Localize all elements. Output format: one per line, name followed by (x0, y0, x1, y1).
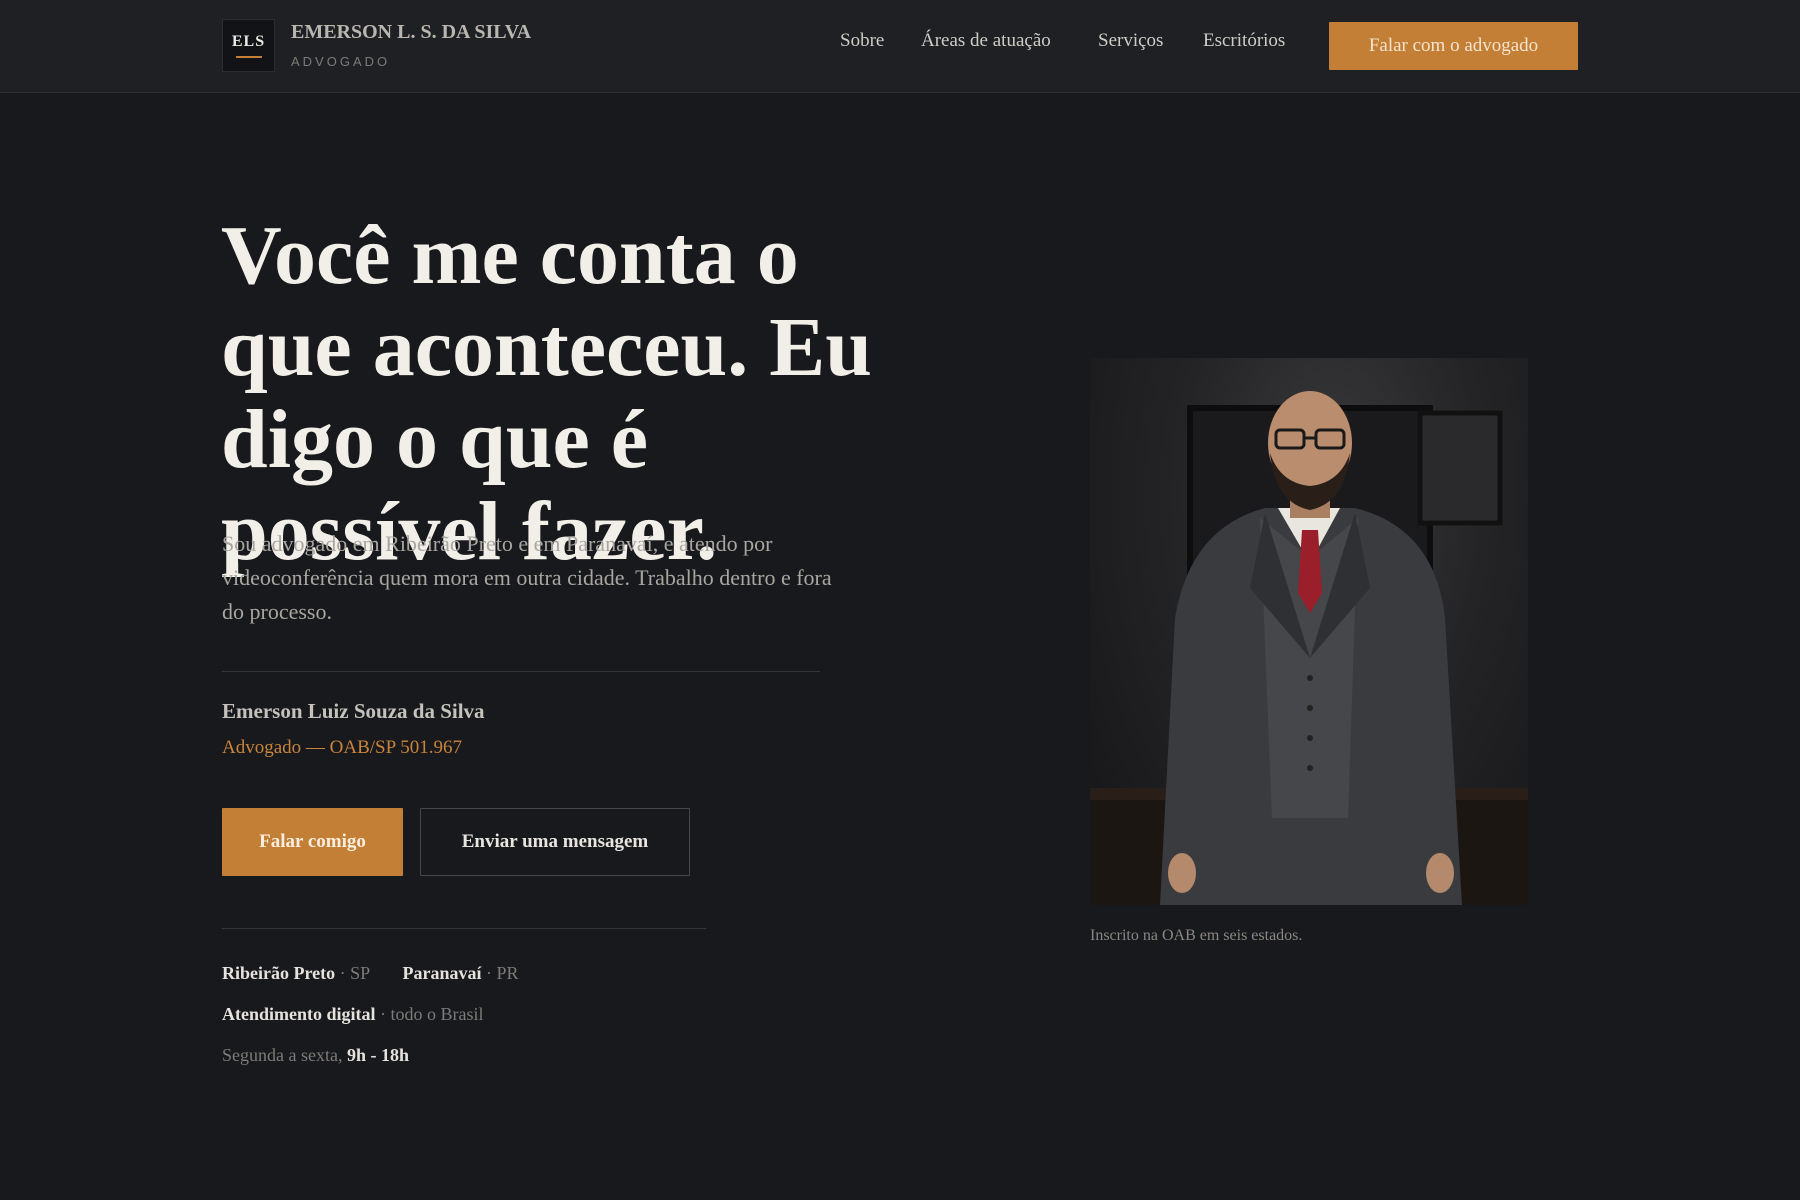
talk-to-me-button[interactable]: Falar comigo (222, 808, 403, 876)
office-locations: Ribeirão Preto · SP Paranavaí · PR (222, 963, 519, 984)
divider (222, 928, 706, 929)
brand-subtitle: ADVOGADO (291, 54, 391, 69)
brand-name[interactable]: EMERSON L. S. DA SILVA (291, 21, 531, 44)
office-state-sp: · SP (339, 963, 370, 983)
logo-underline (235, 56, 262, 58)
divider (222, 671, 820, 672)
lawyer-registration: Advogado — OAB/SP 501.967 (222, 737, 462, 758)
digital-service-scope: · todo o Brasil (380, 1004, 484, 1024)
office-hours-prefix: Segunda a sexta, (222, 1045, 343, 1065)
hero-headline: Você me conta o que aconteceu. Eu digo o… (221, 209, 872, 578)
office-hours-value: 9h - 18h (346, 1045, 409, 1065)
office-city-ribeirao: Ribeirão Preto (222, 963, 336, 983)
office-hours: Segunda a sexta, 9h - 18h (222, 1045, 409, 1066)
nav-link-sobre[interactable]: Sobre (840, 30, 884, 60)
office-state-pr: · PR (486, 963, 519, 983)
nav-link-areas[interactable]: Áreas de atuação (921, 30, 1051, 60)
lawyer-name: Emerson Luiz Souza da Silva (222, 699, 485, 723)
contact-lawyer-button[interactable]: Falar com o advogado (1329, 22, 1578, 70)
portrait-caption: Inscrito na OAB em seis estados. (1090, 927, 1303, 944)
lawyer-portrait-photo (1090, 358, 1528, 905)
hero-intro: Sou advogado em Ribeirão Preto e em Para… (222, 531, 832, 624)
digital-service-label: Atendimento digital (222, 1004, 376, 1024)
top-navbar: ELS EMERSON L. S. DA SILVA ADVOGADO Sobr… (0, 0, 1800, 93)
logo-monogram: ELS (231, 33, 266, 50)
send-message-button[interactable]: Enviar uma mensagem (420, 808, 690, 876)
logo[interactable]: ELS (222, 19, 275, 72)
digital-service: Atendimento digital · todo o Brasil (222, 1004, 484, 1025)
office-city-paranavai: Paranavaí (402, 963, 482, 983)
nav-link-escritorios[interactable]: Escritórios (1203, 30, 1285, 60)
nav-link-servicos[interactable]: Serviços (1098, 30, 1163, 60)
portrait-illustration (1090, 391, 1528, 905)
